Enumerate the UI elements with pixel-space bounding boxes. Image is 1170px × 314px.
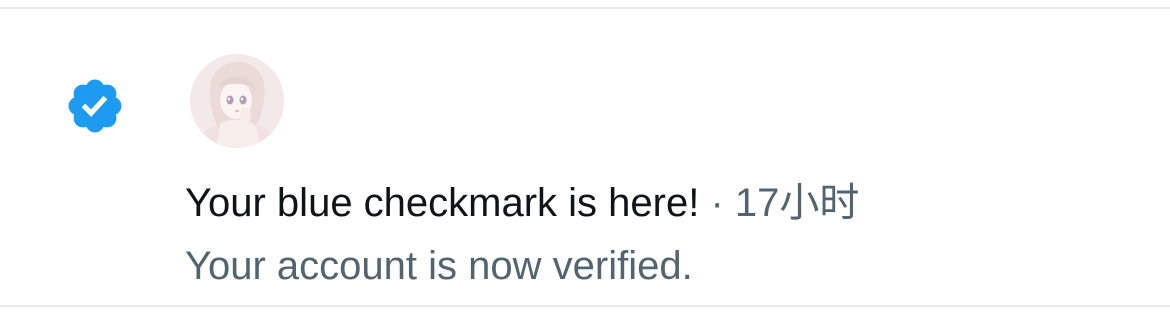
notification-title: Your blue checkmark is here! <box>185 181 700 225</box>
bottom-divider <box>0 305 1170 307</box>
verified-badge-icon <box>64 75 126 137</box>
avatar[interactable] <box>190 54 284 148</box>
timestamp: 17小时 <box>734 181 860 225</box>
notification-title-line: Your blue checkmark is here! · 17小时 <box>185 179 859 227</box>
notification-subtitle: Your account is now verified. <box>185 244 693 288</box>
notification-item[interactable]: Your blue checkmark is here! · 17小时 Your… <box>0 9 1170 305</box>
separator-dot: · <box>699 181 735 225</box>
